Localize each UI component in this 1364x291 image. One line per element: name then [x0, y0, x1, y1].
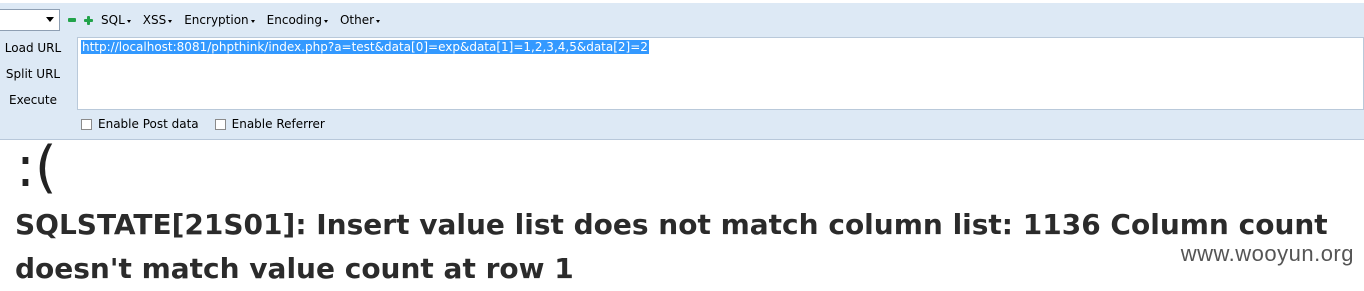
menu-other-label: Other [339, 13, 375, 27]
url-text: http://localhost:8081/phpthink/index.php… [81, 40, 649, 54]
menu-sql[interactable]: SQL [101, 13, 131, 27]
menu-xss-label: XSS [142, 13, 167, 27]
minus-icon[interactable] [68, 18, 76, 22]
sad-face-text: :( [16, 135, 57, 200]
caret-down-icon [168, 19, 173, 23]
menu-bar: SQL XSS Encryption Encoding Other [68, 11, 392, 29]
chevron-down-icon [46, 17, 54, 22]
watermark-text: www.wooyun.org [1180, 241, 1354, 266]
execute-button[interactable]: Execute [0, 89, 66, 111]
caret-down-icon [376, 19, 381, 23]
options-row: Enable Post data Enable Referrer [81, 117, 341, 131]
enable-post-data-label: Enable Post data [98, 117, 199, 131]
menu-encryption-label: Encryption [184, 13, 249, 27]
enable-referrer-checkbox[interactable]: Enable Referrer [214, 117, 325, 131]
menu-other[interactable]: Other [339, 13, 381, 27]
menu-xss[interactable]: XSS [142, 13, 173, 27]
load-url-button[interactable]: Load URL [0, 37, 66, 59]
enable-post-data-checkbox[interactable]: Enable Post data [81, 117, 199, 131]
enable-referrer-label: Enable Referrer [231, 117, 325, 131]
checkbox-box[interactable] [214, 118, 226, 130]
plus-icon[interactable] [84, 15, 93, 25]
hackbar-toolbar: SQL XSS Encryption Encoding Other Load U… [0, 0, 1364, 140]
menu-encryption[interactable]: Encryption [184, 13, 255, 27]
checkbox-box[interactable] [81, 118, 92, 130]
split-url-button[interactable]: Split URL [0, 63, 66, 85]
caret-down-icon [250, 19, 255, 23]
menu-sql-label: SQL [101, 13, 125, 27]
url-textarea[interactable]: http://localhost:8081/phpthink/index.php… [77, 37, 1364, 110]
menu-encoding[interactable]: Encoding [267, 13, 328, 27]
error-message: SQLSTATE[21S01]: Insert value list does … [15, 208, 1328, 285]
caret-down-icon [126, 19, 131, 23]
menu-encoding-label: Encoding [266, 13, 322, 27]
caret-down-icon [323, 19, 328, 23]
dropdown-select[interactable] [0, 9, 60, 31]
top-strip [0, 0, 1364, 3]
